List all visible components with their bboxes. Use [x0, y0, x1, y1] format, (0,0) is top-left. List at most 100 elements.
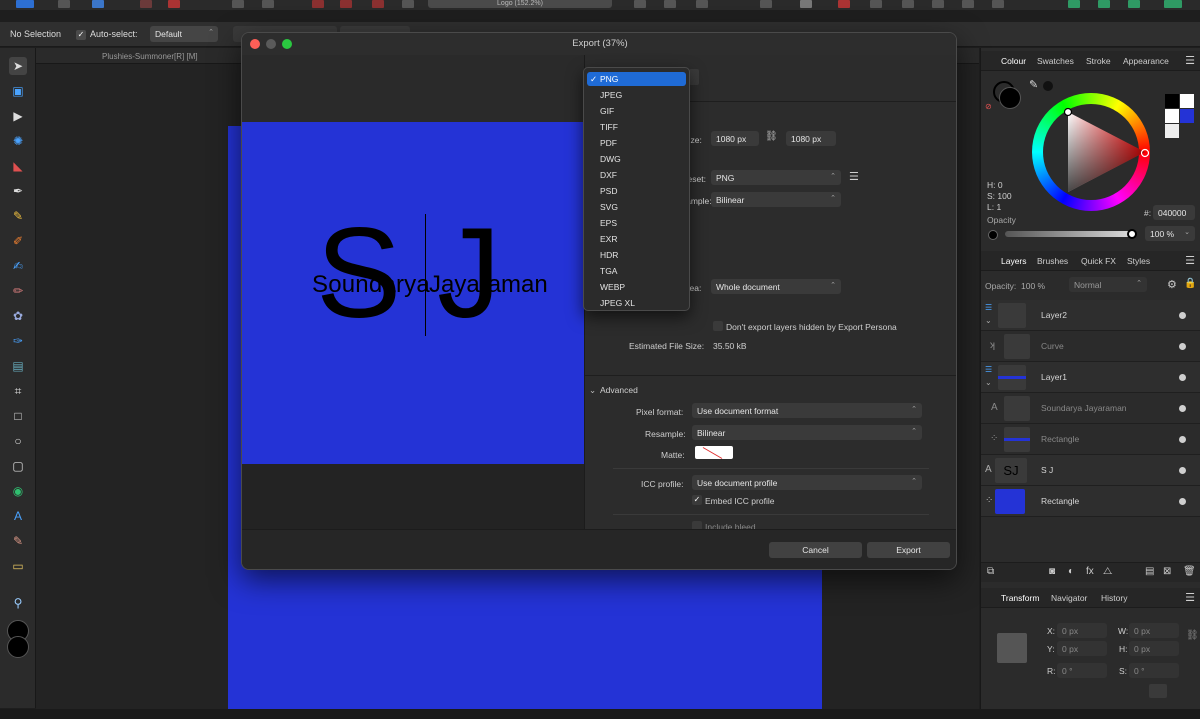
toolbar-icon[interactable] — [168, 0, 180, 8]
tab-brushes[interactable]: Brushes — [1037, 256, 1068, 266]
node-tool-icon[interactable]: ▶ — [9, 107, 27, 125]
paint-brush-tool-icon[interactable]: ✏ — [9, 282, 27, 300]
gear-icon[interactable]: ⚙ — [1167, 278, 1177, 291]
advanced-section-toggle[interactable]: Advanced — [600, 385, 638, 395]
persona-icon[interactable] — [1128, 0, 1140, 8]
link-icon[interactable]: ⛓ — [1186, 630, 1199, 641]
visibility-icon[interactable] — [1179, 467, 1186, 474]
toolbar-icon[interactable] — [932, 0, 944, 8]
eyedropper-icon[interactable]: ✎ — [1029, 78, 1038, 91]
w-input[interactable]: 0 px — [1129, 623, 1179, 638]
layer-row[interactable]: A SJ S J — [981, 455, 1200, 486]
stroke-color-swatch[interactable] — [7, 636, 29, 658]
fill-tool-icon[interactable]: ✍ — [9, 257, 27, 275]
color-picker-tool-icon[interactable]: ✎ — [9, 532, 27, 550]
width-input[interactable]: 1080 px — [711, 131, 759, 146]
anchor-selector[interactable] — [997, 633, 1027, 663]
layer-row[interactable]: A Soundarya Jayaraman — [981, 393, 1200, 424]
tab-stroke[interactable]: Stroke — [1086, 56, 1111, 66]
height-input[interactable]: 1080 px — [786, 131, 836, 146]
auto-select-checkbox[interactable]: ✓ — [76, 30, 86, 40]
format-option-pdf[interactable]: PDF — [587, 136, 686, 150]
layers-toggle-icon[interactable]: ⧉ — [987, 566, 994, 577]
visibility-icon[interactable] — [1179, 405, 1186, 412]
visibility-icon[interactable] — [1179, 436, 1186, 443]
format-option-tga[interactable]: TGA — [587, 264, 686, 278]
format-selector[interactable] — [689, 69, 699, 85]
opacity-slider-knob[interactable] — [1127, 229, 1137, 239]
embed-icc-checkbox[interactable]: ✓ — [692, 495, 702, 505]
colour-triangle[interactable] — [1032, 93, 1150, 211]
text-tool-icon[interactable]: A — [9, 507, 27, 525]
persona-icon[interactable] — [1098, 0, 1110, 8]
tab-appearance[interactable]: Appearance — [1123, 56, 1169, 66]
preset-dropdown[interactable]: PNG ⌃ — [711, 170, 841, 185]
panel-menu-icon[interactable]: ☰ — [1185, 254, 1195, 267]
adjustment-icon[interactable]: ◐ — [1068, 566, 1074, 577]
adv-resample-dropdown[interactable]: Bilinear ⌃ — [692, 425, 922, 440]
close-window-button[interactable] — [250, 39, 260, 49]
preset-menu-icon[interactable]: ☰ — [849, 170, 859, 183]
toolbar-icon[interactable] — [800, 0, 812, 8]
toolbar-icon[interactable] — [92, 0, 104, 8]
layer-row[interactable]: ⁘ Rectangle — [981, 486, 1200, 517]
rounded-rectangle-tool-icon[interactable]: ▢ — [9, 457, 27, 475]
shear-input[interactable]: 0 ° — [1129, 663, 1179, 678]
zoom-window-button[interactable] — [282, 39, 292, 49]
toolbar-icon[interactable] — [664, 0, 676, 8]
tab-transform[interactable]: Transform — [1001, 593, 1039, 603]
swatch-black[interactable] — [1165, 94, 1179, 108]
add-layer-icon[interactable]: ▤ — [1145, 566, 1154, 577]
format-option-png[interactable]: ✓ PNG — [587, 72, 686, 86]
group-icon[interactable]: ⊠ — [1163, 566, 1171, 577]
visibility-icon[interactable] — [1179, 343, 1186, 350]
format-option-dwg[interactable]: DWG — [587, 152, 686, 166]
move-tool-icon[interactable]: ➤ — [9, 57, 27, 75]
panel-menu-icon[interactable]: ☰ — [1185, 591, 1195, 604]
toolbar-icon[interactable] — [838, 0, 850, 8]
pixel-format-dropdown[interactable]: Use document format ⌃ — [692, 403, 922, 418]
panel-menu-icon[interactable]: ☰ — [1185, 54, 1195, 67]
toolbar-icon[interactable] — [402, 0, 414, 8]
swatch-white[interactable] — [1180, 94, 1194, 108]
format-option-exr[interactable]: EXR — [587, 232, 686, 246]
visibility-icon[interactable] — [1179, 374, 1186, 381]
format-option-svg[interactable]: SVG — [587, 200, 686, 214]
chevron-down-icon[interactable]: ⌄ — [985, 316, 992, 325]
dont-export-hidden-checkbox[interactable] — [713, 321, 723, 331]
toolbar-icon[interactable] — [962, 0, 974, 8]
toolbar-icon[interactable] — [312, 0, 324, 8]
format-option-gif[interactable]: GIF — [587, 104, 686, 118]
layer-row[interactable]: ʞ Curve — [981, 331, 1200, 362]
app-icon[interactable] — [16, 0, 34, 8]
swatch-blue[interactable] — [1180, 109, 1194, 123]
visibility-icon[interactable] — [1179, 498, 1186, 505]
persona-icon[interactable] — [1068, 0, 1080, 8]
picked-colour-swatch[interactable] — [1043, 81, 1053, 91]
toolbar-icon[interactable] — [992, 0, 1004, 8]
erase-brush-tool-icon[interactable]: ✿ — [9, 307, 27, 325]
vector-brush-tool-icon[interactable]: ✐ — [9, 232, 27, 250]
artboard-tool-icon[interactable]: ▣ — [9, 82, 27, 100]
toolbar-icon[interactable] — [140, 0, 152, 8]
ellipse-tool-icon[interactable]: ○ — [9, 432, 27, 450]
format-option-psd[interactable]: PSD — [587, 184, 686, 198]
cancel-button[interactable]: Cancel — [769, 542, 862, 558]
opacity-slider[interactable] — [1005, 229, 1137, 239]
gradient-tool-icon[interactable]: ✑ — [9, 332, 27, 350]
chevron-down-icon[interactable]: ⌄ — [985, 378, 992, 387]
export-button[interactable]: Export — [867, 542, 950, 558]
minimize-window-button[interactable] — [266, 39, 276, 49]
trash-icon[interactable]: 🗑 — [1183, 566, 1196, 577]
toolbar-icon[interactable] — [870, 0, 882, 8]
lock-icon[interactable]: 🔒 — [1184, 278, 1196, 289]
tab-colour[interactable]: Colour — [1001, 56, 1026, 66]
pencil-tool-icon[interactable]: ✎ — [9, 207, 27, 225]
link-icon[interactable]: ⛓ — [765, 131, 778, 142]
tab-quick-fx[interactable]: Quick FX — [1081, 256, 1116, 266]
tab-styles[interactable]: Styles — [1127, 256, 1150, 266]
persona-icon[interactable] — [1164, 0, 1182, 8]
rotation-input[interactable]: 0 ° — [1057, 663, 1107, 678]
swatch-white[interactable] — [1165, 109, 1179, 123]
zoom-tool-icon[interactable]: ⚲ — [9, 594, 27, 612]
